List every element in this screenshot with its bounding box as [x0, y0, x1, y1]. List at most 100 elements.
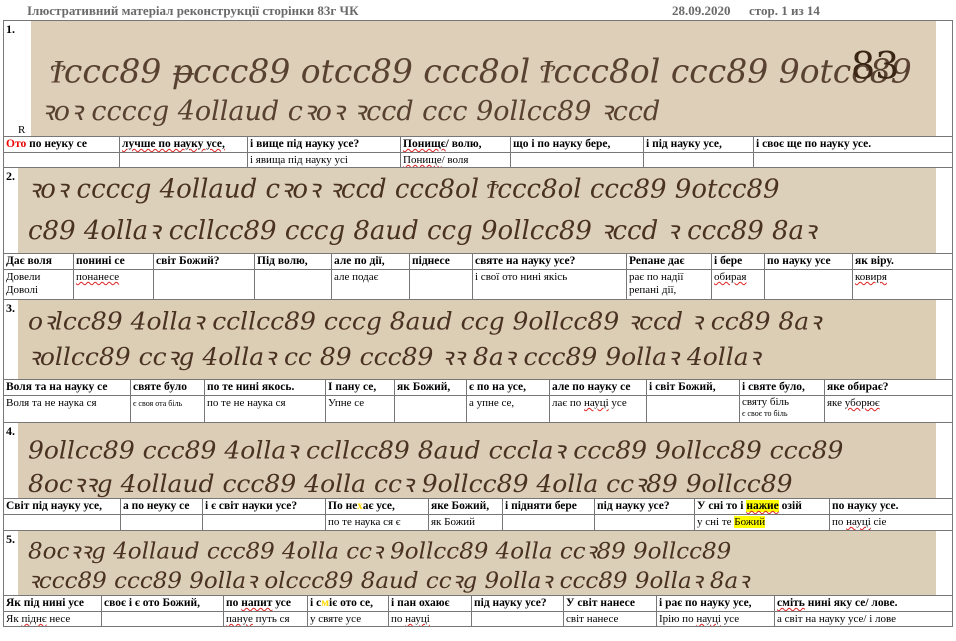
- folio-number: 83: [851, 44, 899, 88]
- cell: [4, 153, 120, 167]
- cell: [503, 515, 595, 530]
- row-number: 1.: [6, 22, 15, 36]
- translation-row: і явища під науку усі Понище/ воля: [3, 153, 953, 168]
- cell: і є світ науки усе?: [203, 499, 326, 514]
- cell: але подає: [332, 270, 410, 299]
- cell: Ірію по науці усе: [657, 612, 775, 626]
- manuscript-scan: Ϯccc89 ᵽccc89 otcc89 ccc8ol Ϯccc8ol ccc8…: [31, 21, 936, 136]
- cell: святе на науку усе?: [473, 254, 627, 269]
- cell: по те нині якось.: [205, 380, 326, 395]
- manuscript-row-4: 4. 9ollcc89 ccc89 4ollaꝛ ccllcc89 8aud c…: [3, 423, 953, 499]
- cell: пануе путь ся: [224, 612, 308, 626]
- cell: обирая: [712, 270, 765, 299]
- cell: і світ Божий,: [647, 380, 740, 395]
- row-number: 4.: [6, 424, 15, 438]
- cell: По нехає усе,: [326, 499, 429, 514]
- cell: Понищє/ волю,: [401, 137, 511, 152]
- cell: Понище/ воля: [401, 153, 511, 167]
- cell: а упне се,: [467, 396, 550, 422]
- translation-row: Воля та не наука ся є своя ота біль по т…: [3, 396, 953, 423]
- cell: що і по науку бере,: [511, 137, 644, 152]
- cell: у сні те Божий: [695, 515, 830, 530]
- cell: яке Божий,: [429, 499, 503, 514]
- manuscript-row-2: 2. ꝛoꝛ ccccg 4ollaud cꝛoꝛ ꝛccd ccc8ol Ϯc…: [3, 168, 953, 254]
- cell: [255, 270, 332, 299]
- manuscript-row-3: 3. oꝛlcc89 4ollaꝛ ccllcc89 cccg 8aud ccg…: [3, 300, 953, 380]
- cell: а світ на науку усе/ і лове: [777, 613, 897, 625]
- cell: під науку усе?: [472, 596, 564, 611]
- manuscript-scan: oꝛlcc89 4ollaꝛ ccllcc89 cccg 8aud ccg 9o…: [18, 300, 936, 379]
- cell: Світ під науку усе,: [4, 499, 121, 514]
- cell: рає по надії репані дії,: [627, 270, 712, 299]
- cell: як віру.: [855, 255, 894, 267]
- svg-text:ꝛollcc89 ccꝛg 4ollaꝛ cc 89 ccc: ꝛollcc89 ccꝛg 4ollaꝛ cc 89 ccc89 ꝛꝛ 8aꝛ …: [28, 342, 763, 371]
- translation-row: Як піднє несе пануе путь ся у святе усе …: [3, 612, 953, 627]
- cell: по науці сіе: [832, 516, 887, 528]
- cell: і пан охаює: [389, 596, 472, 611]
- cell: але по науку се: [550, 380, 647, 395]
- svg-text:Ϯccc89 ᵽccc89 otcc89 ccc8ol Ϯc: Ϯccc89 ᵽccc89 otcc89 ccc8ol Ϯccc8ol ccc8…: [50, 53, 912, 91]
- highlighted-word: Ото: [6, 138, 27, 150]
- cell: [647, 396, 740, 422]
- cell: у святе усе: [308, 612, 389, 626]
- cell: [154, 270, 255, 299]
- transcription-row: Ото по неуку се лучше по науку усе, і ви…: [3, 137, 953, 153]
- document-title: Ілюстративний матеріал реконструкції сто…: [27, 3, 359, 18]
- cell: яке обирає?: [827, 381, 889, 393]
- cell: [765, 270, 853, 299]
- svg-text:8ocꝛꝛg 4ollaud ccc89 4olla ccꝛ: 8ocꝛꝛg 4ollaud ccc89 4olla ccꝛ 9ollcc89 …: [28, 469, 793, 498]
- cell: У сні то і нажие озій: [695, 499, 830, 514]
- cell: як Божий,: [395, 380, 467, 395]
- cell: Як під нині усе: [4, 596, 102, 611]
- svg-text:9ollcc89 ccc89 4ollaꝛ ccllcc89: 9ollcc89 ccc89 4ollaꝛ ccllcc89 8aud cccl…: [28, 436, 844, 465]
- cell: і бере: [712, 254, 765, 269]
- transcription-row: Воля та на науку се святе було по те нин…: [3, 380, 953, 396]
- transcription-row: Світ під науку усе, а по неуку се і є св…: [3, 499, 953, 515]
- cell: як Божий: [429, 515, 503, 530]
- translation-row: по те наука ся є як Божий у сні те Божий…: [3, 515, 953, 531]
- cell: [120, 153, 248, 167]
- cell: святу біль є своє то біль: [740, 396, 825, 422]
- transcription-table: 1. Ϯccc89 ᵽccc89 otcc89 ccc8ol Ϯccc8ol c…: [3, 20, 953, 627]
- cell: по науку усе: [765, 254, 853, 269]
- cell: і вище під науку усе?: [248, 137, 401, 152]
- svg-text:ꝛoꝛ ccccg 4ollaud cꝛoꝛ ꝛccd cc: ꝛoꝛ ccccg 4ollaud cꝛoꝛ ꝛccd ccc8ol Ϯccc8…: [28, 175, 780, 205]
- cell: по те наука ся є: [326, 515, 429, 530]
- cell: понині се: [74, 254, 154, 269]
- manuscript-row-1: 1. Ϯccc89 ᵽccc89 otcc89 ccc8ol Ϯccc8ol c…: [3, 21, 953, 137]
- cell: Як піднє несе: [4, 612, 102, 626]
- manuscript-row-5: 5. 8ocꝛꝛg 4ollaud ccc89 4olla ccꝛ 9ollcc…: [3, 531, 953, 596]
- cell: є по на усе,: [467, 380, 550, 395]
- cell: Упне се: [326, 396, 395, 422]
- svg-text:ꝛccc89 ccc89 9ollaꝛ olccc89 8a: ꝛccc89 ccc89 9ollaꝛ olccc89 8aud ccꝛg 9o…: [28, 568, 751, 594]
- cell: по напит усе: [224, 596, 308, 611]
- cell: Ото по неуку се: [4, 137, 120, 152]
- svg-text:c89 4ollaꝛ ccllcc89 cccg 8aud: c89 4ollaꝛ ccllcc89 cccg 8aud ccg 9ollcc…: [28, 216, 818, 246]
- cell: ковиря: [855, 271, 887, 283]
- cell: [410, 270, 473, 299]
- row-number: 3.: [6, 301, 15, 315]
- cell: [754, 153, 952, 167]
- row-number: 5.: [6, 532, 15, 546]
- document-date: 28.09.2020: [672, 3, 731, 18]
- page-indicator: стор. 1 из 14: [749, 3, 820, 18]
- cell: [595, 515, 695, 530]
- cell: Під волю,: [255, 254, 332, 269]
- cell: і явища під науку усі: [248, 153, 401, 167]
- cell: [121, 515, 203, 530]
- cell: [203, 515, 326, 530]
- svg-text:oꝛlcc89 4ollaꝛ ccllcc89 cccg 8: oꝛlcc89 4ollaꝛ ccllcc89 cccg 8aud ccg 9o…: [28, 307, 823, 336]
- cell: під науку усе?: [595, 499, 695, 514]
- cell: по те не наука ся: [205, 396, 326, 422]
- cell: святе було: [131, 380, 205, 395]
- translation-row: Довели Доволі понанесе але подає і свої …: [3, 270, 953, 300]
- cell: і під науку усе,: [644, 137, 754, 152]
- cell: і свої ото нині якісь: [473, 270, 627, 299]
- cell: Воля та не наука ся: [4, 396, 131, 422]
- cell: і святе було,: [740, 380, 825, 395]
- cell: і підняти бере: [503, 499, 595, 514]
- svg-text:ꝛoꝛ ccccg 4ollaud cꝛoꝛ ꝛccd cc: ꝛoꝛ ccccg 4ollaud cꝛoꝛ ꝛccd ccc 9ollcc89…: [41, 96, 660, 127]
- transcription-row: Дає воля понині се світ Божий? Під волю,…: [3, 254, 953, 270]
- cell: по науку усе.: [832, 500, 899, 512]
- cell: [102, 612, 224, 626]
